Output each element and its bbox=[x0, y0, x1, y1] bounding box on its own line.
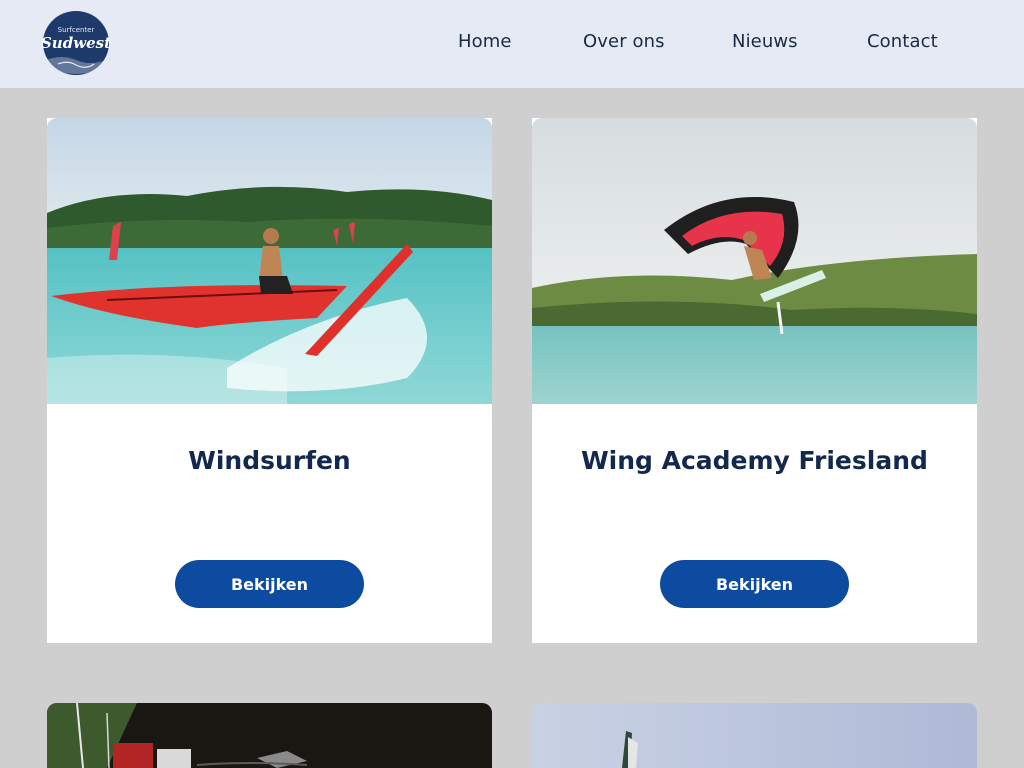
bekijken-button-windsurfen[interactable]: Bekijken bbox=[175, 560, 364, 608]
card-3 bbox=[47, 703, 492, 768]
card-4 bbox=[532, 703, 977, 768]
card-title: Wing Academy Friesland bbox=[581, 446, 928, 475]
nav-contact[interactable]: Contact bbox=[867, 31, 938, 52]
card-wing-academy: Wing Academy Friesland Bekijken bbox=[532, 118, 977, 643]
nav-over-ons[interactable]: Over ons bbox=[583, 31, 665, 52]
nav-home[interactable]: Home bbox=[458, 31, 512, 52]
card-windsurfen: Windsurfen Bekijken bbox=[47, 118, 492, 643]
card-title: Windsurfen bbox=[188, 446, 351, 475]
nav-nieuws[interactable]: Nieuws bbox=[732, 31, 798, 52]
main-nav: Home Over ons Nieuws Contact bbox=[0, 0, 1024, 88]
aerial-shoreline-photo[interactable] bbox=[47, 703, 492, 768]
site-header: Surfcenter Sudwest Home Over ons Nieuws … bbox=[0, 0, 1024, 88]
windsurfer-photo[interactable] bbox=[47, 118, 492, 404]
sail-photo[interactable] bbox=[532, 703, 977, 768]
wingfoiler-photo[interactable] bbox=[532, 118, 977, 404]
bekijken-button-wing-academy[interactable]: Bekijken bbox=[660, 560, 849, 608]
